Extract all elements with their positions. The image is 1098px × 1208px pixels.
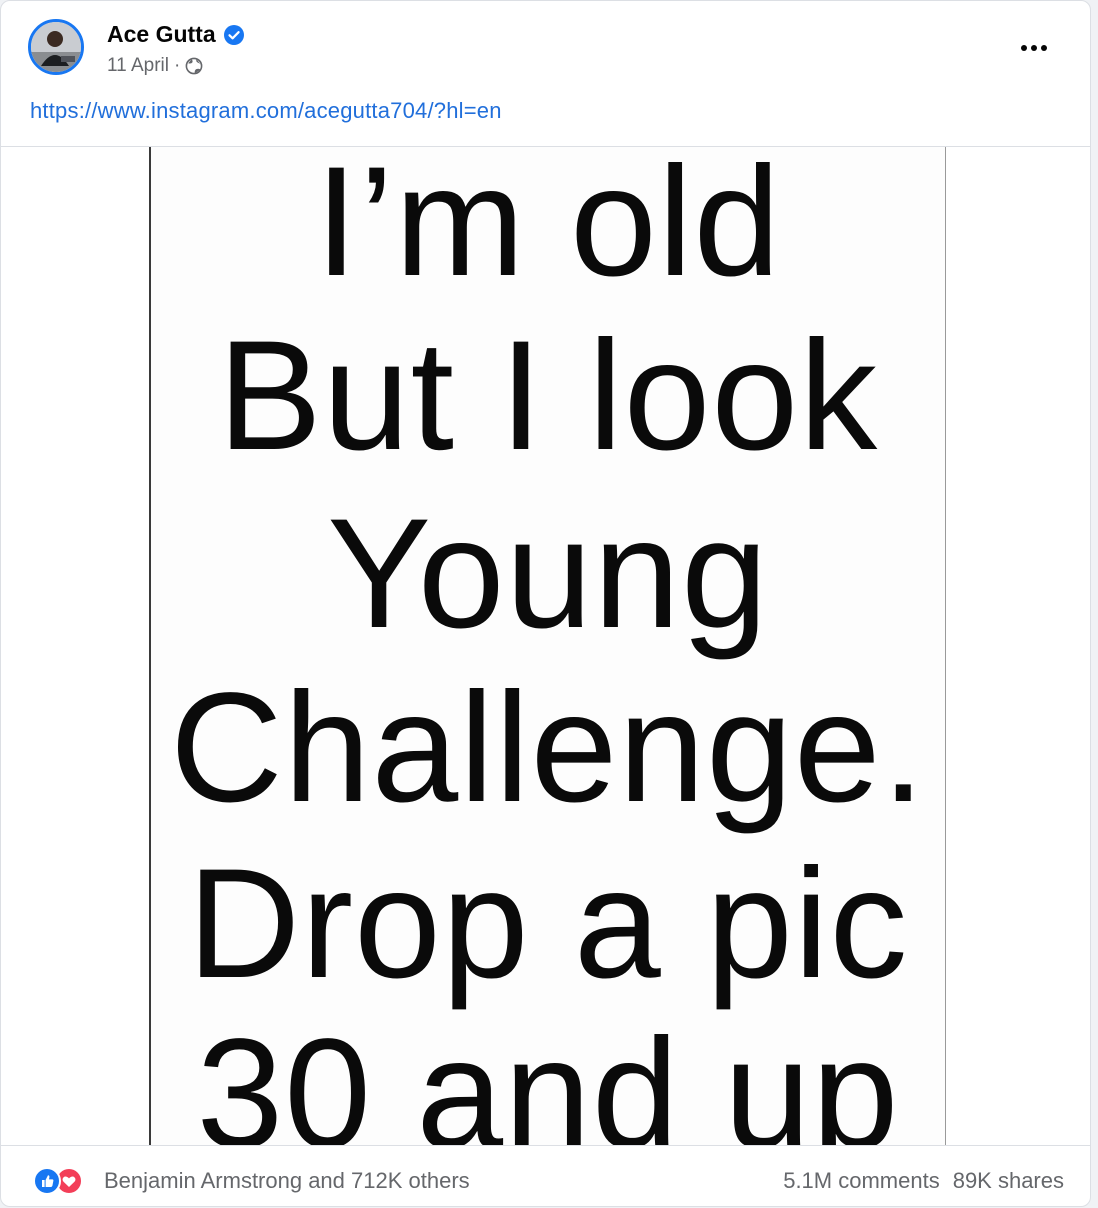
reactions-summary[interactable]: Benjamin Armstrong and 712K others: [104, 1168, 470, 1194]
more-options-icon: [1021, 45, 1047, 51]
engagement-counts: 5.1M comments 89K shares: [783, 1168, 1064, 1194]
more-options-button[interactable]: [1014, 33, 1054, 63]
comments-count[interactable]: 5.1M comments: [783, 1168, 940, 1194]
globe-icon[interactable]: [185, 57, 203, 75]
post-card: Ace Gutta 11 April · https://www.instagr…: [0, 0, 1091, 1207]
post-image[interactable]: I’m old But I look Young Challenge. Drop…: [149, 146, 946, 1146]
avatar-photo: [31, 22, 81, 72]
author-name-text[interactable]: Ace Gutta: [107, 21, 216, 48]
post-footer: Benjamin Armstrong and 712K others 5.1M …: [1, 1147, 1090, 1206]
reaction-icons[interactable]: [33, 1167, 83, 1195]
like-icon: [33, 1167, 61, 1195]
post-meta: 11 April ·: [107, 55, 203, 77]
image-text-line-5: Drop a pic: [187, 837, 909, 1011]
post-image-container[interactable]: I’m old But I look Young Challenge. Drop…: [1, 146, 1090, 1146]
image-text-line-1: I’m old: [314, 146, 782, 309]
image-text-line-3: Young: [327, 487, 769, 661]
image-text-line-6: 30 and up: [196, 1007, 900, 1146]
image-text-line-4: Challenge.: [170, 661, 926, 835]
shares-count[interactable]: 89K shares: [953, 1168, 1064, 1194]
author-avatar[interactable]: [28, 19, 84, 75]
post-date[interactable]: 11 April: [107, 55, 169, 77]
meta-separator: ·: [173, 55, 181, 76]
author-name[interactable]: Ace Gutta: [107, 21, 244, 48]
verified-badge-icon: [223, 24, 244, 45]
post-link[interactable]: https://www.instagram.com/acegutta704/?h…: [30, 98, 502, 124]
image-text-line-2: But I look: [217, 309, 879, 483]
post-header: Ace Gutta 11 April · https://www.instagr…: [1, 1, 1090, 146]
